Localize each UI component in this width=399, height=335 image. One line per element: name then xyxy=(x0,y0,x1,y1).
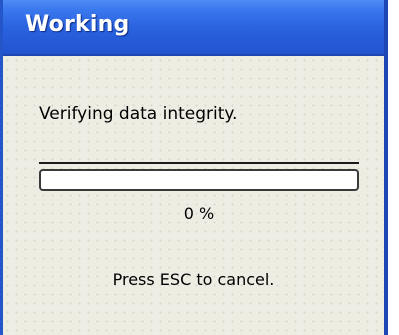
dialog-content: Verifying data integrity. 0 % Press ESC … xyxy=(3,56,384,335)
progress-percent: 0 % xyxy=(183,204,215,223)
status-message: Verifying data integrity. xyxy=(39,104,238,124)
window-title: Working xyxy=(25,12,130,37)
cancel-hint: Press ESC to cancel. xyxy=(112,270,275,289)
progress-divider xyxy=(39,162,359,164)
title-bar[interactable]: Working xyxy=(3,0,384,56)
progress-bar xyxy=(39,169,359,191)
progress-dialog: Working Verifying data integrity. 0 % Pr… xyxy=(0,0,388,335)
